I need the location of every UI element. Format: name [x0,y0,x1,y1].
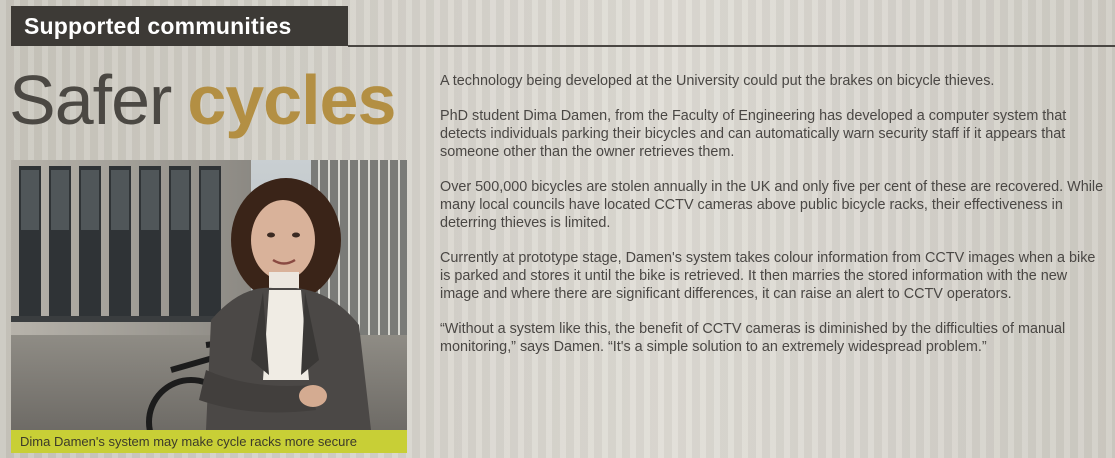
article-paragraph: “Without a system like this, the benefit… [440,321,1066,355]
photo-illustration [11,160,407,430]
article-paragraph: Currently at prototype stage, Damen's sy… [440,250,1096,302]
section-divider [348,45,1115,47]
article-paragraph: Over 500,000 bicycles are stolen annuall… [440,179,1104,231]
article-body: A technology being developed at the Univ… [440,72,1108,373]
article-paragraph: PhD student Dima Damen, from the Faculty… [440,108,1067,160]
photo-caption: Dima Damen's system may make cycle racks… [11,430,407,453]
headline-bold-word: cycles [187,61,396,139]
section-label: Supported communities [11,6,348,46]
article-headline: Safer cycles [9,52,396,148]
headline-light-word: Safer [9,61,172,139]
article-photo [11,160,407,430]
article-paragraph: A technology being developed at the Univ… [440,73,995,89]
